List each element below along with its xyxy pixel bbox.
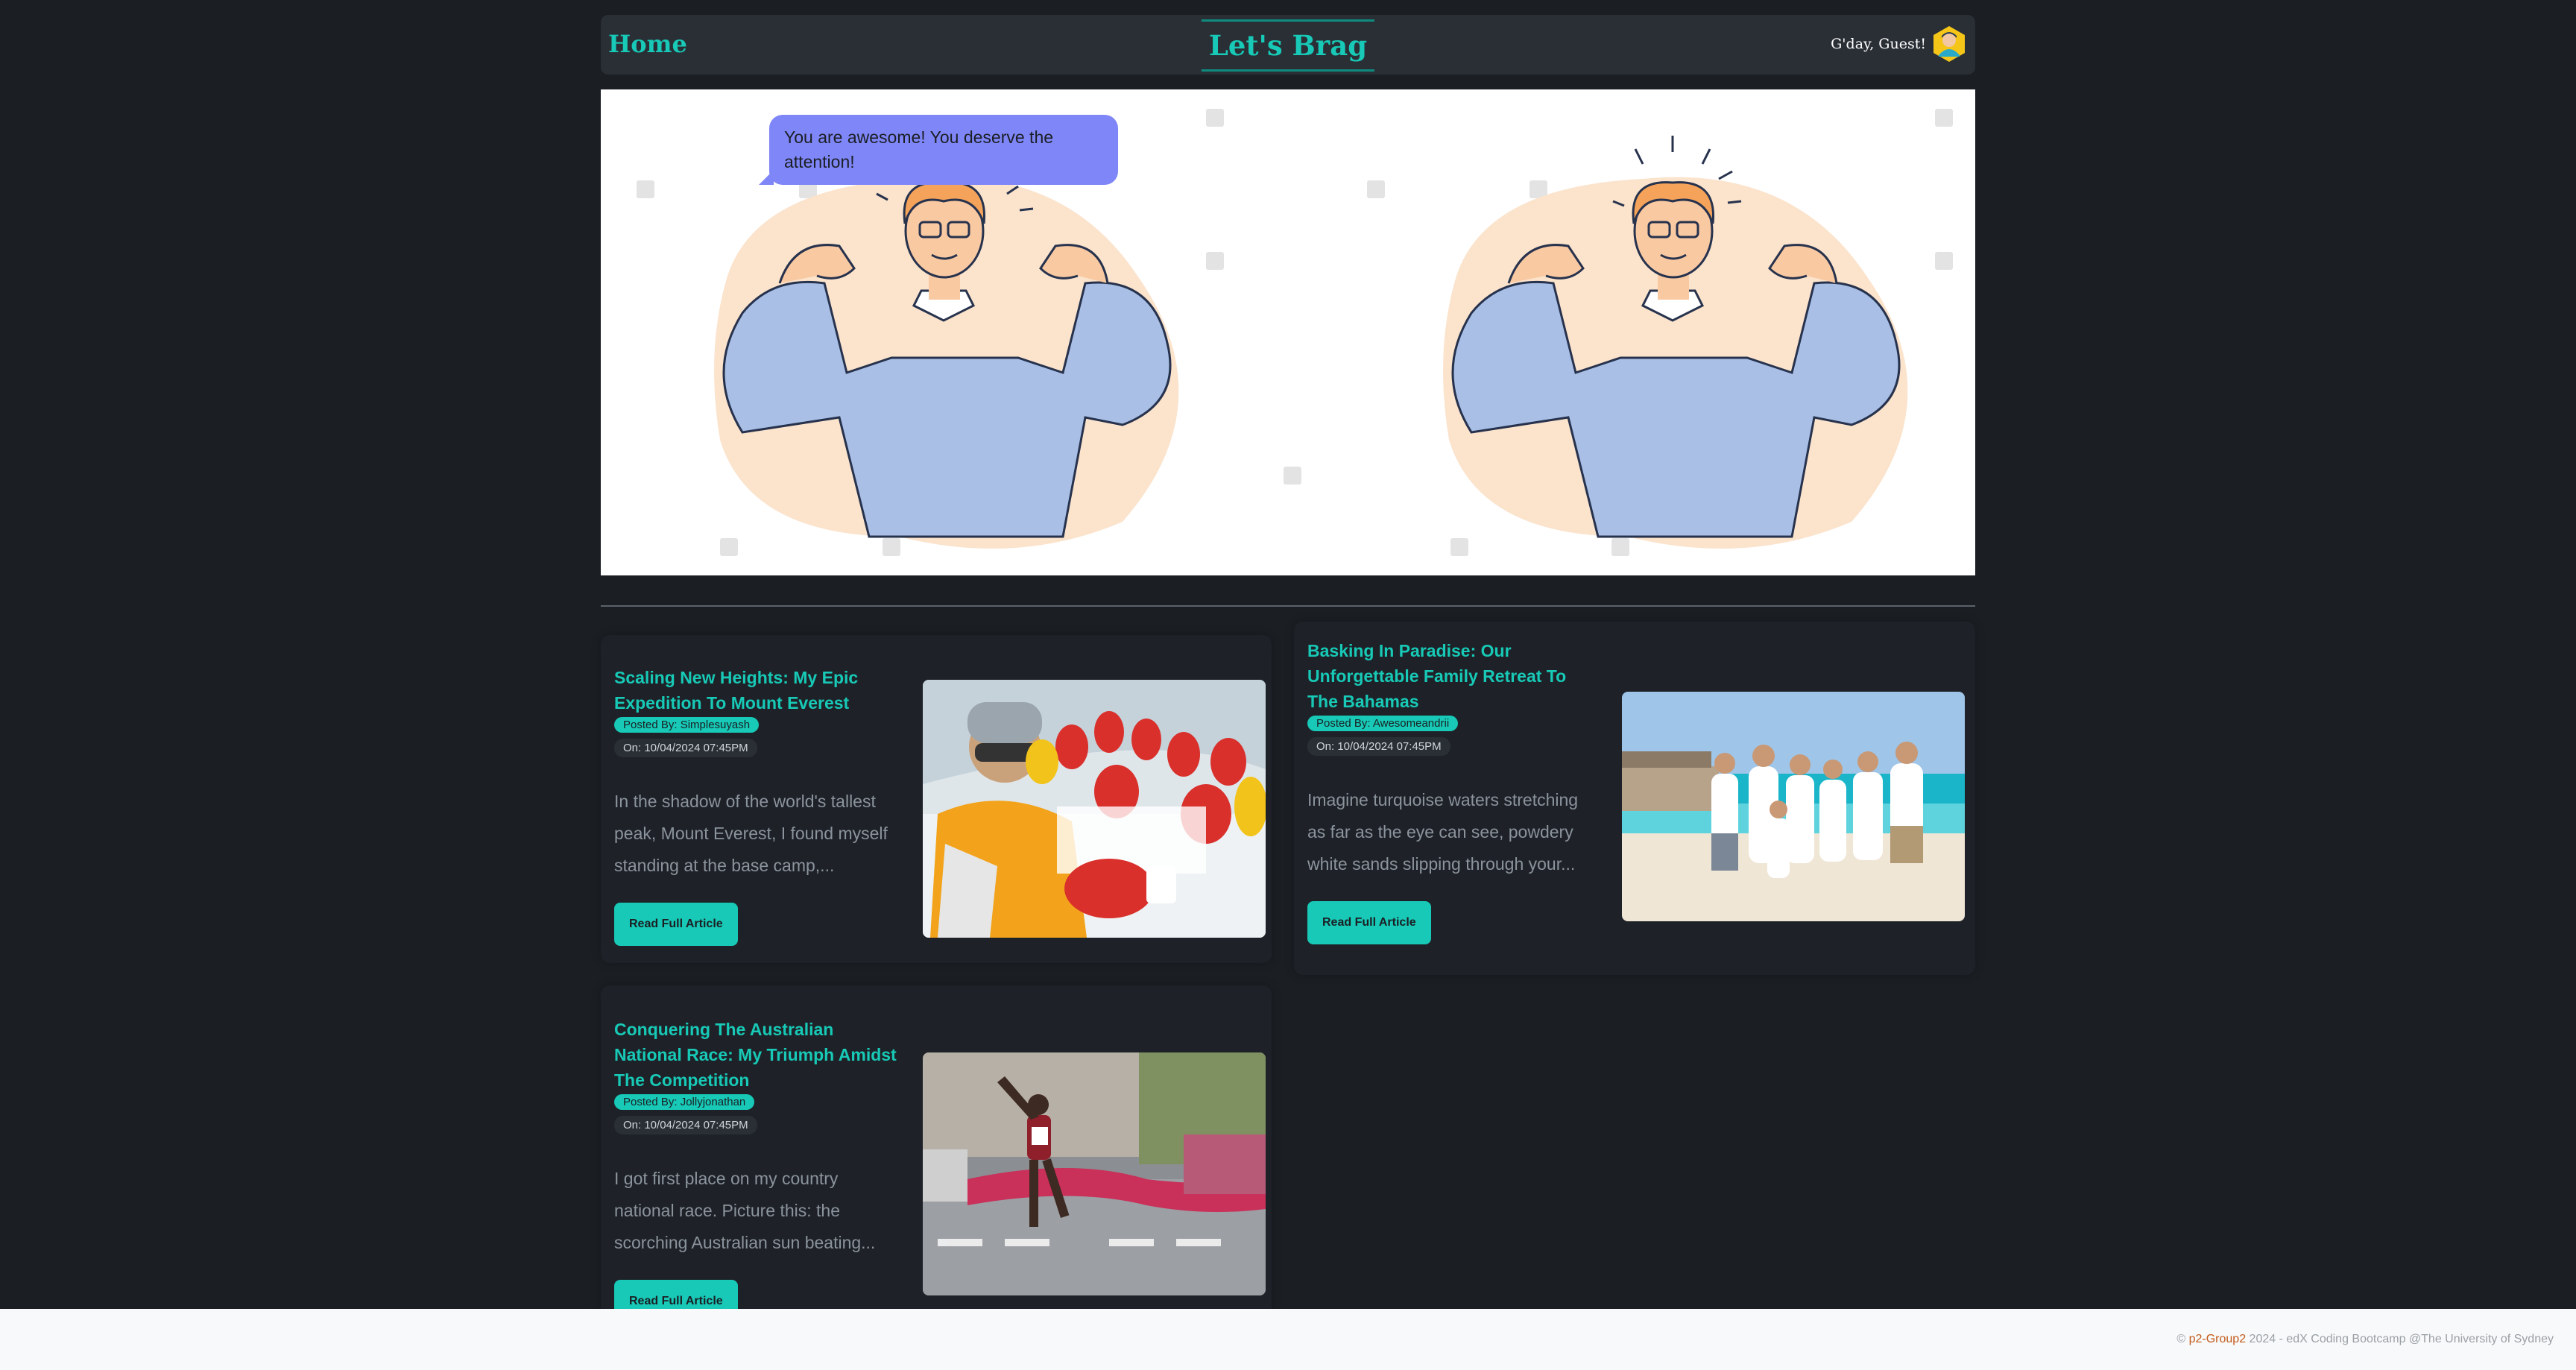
- post-excerpt: In the shadow of the world's tallest pea…: [614, 792, 888, 875]
- read-full-article-button[interactable]: Read Full Article: [614, 903, 738, 946]
- post-author-badge: Posted By: Jollyjonathan: [614, 1094, 755, 1110]
- page-container: Home Let's Brag G'day, Guest! You are aw…: [601, 15, 1975, 1323]
- greeting-text: G'day, Guest!: [1831, 36, 1926, 52]
- copyright-symbol: ©: [2176, 1333, 2186, 1345]
- post-image-bahamas: [1622, 692, 1965, 921]
- post-text: Scaling New Heights: My Epic Expedition …: [614, 665, 897, 946]
- post-card: Conquering The Australian National Race:…: [601, 985, 1272, 1323]
- page-footer: © p2-Group2 2024 - edX Coding Bootcamp @…: [0, 1309, 2576, 1370]
- top-navbar: Home Let's Brag G'day, Guest!: [601, 15, 1975, 75]
- post-title[interactable]: Basking In Paradise: Our Unforgettable F…: [1307, 638, 1591, 714]
- speech-bubble: You are awesome! You deserve the attenti…: [759, 115, 1118, 185]
- section-divider: [601, 605, 1975, 607]
- brand-title[interactable]: Let's Brag: [1201, 19, 1375, 72]
- footer-text: 2024 - edX Coding Bootcamp @The Universi…: [2249, 1333, 2554, 1345]
- post-card: Scaling New Heights: My Epic Expedition …: [601, 635, 1272, 963]
- post-image-everest: [923, 680, 1266, 938]
- nav-home-link[interactable]: Home: [608, 30, 687, 58]
- footer-group-link[interactable]: p2-Group2: [2189, 1333, 2247, 1345]
- post-author-badge: Posted By: Simplesuyash: [614, 717, 760, 733]
- footer-credits: © p2-Group2 2024 - edX Coding Bootcamp @…: [2176, 1333, 2554, 1346]
- post-text: Conquering The Australian National Race:…: [614, 1017, 897, 1323]
- user-greeting: G'day, Guest!: [1831, 25, 1966, 63]
- post-title[interactable]: Conquering The Australian National Race:…: [614, 1017, 897, 1093]
- post-date-badge: On: 10/04/2024 07:45PM: [1307, 737, 1450, 756]
- post-date-badge: On: 10/04/2024 07:45PM: [614, 739, 757, 757]
- post-text: Basking In Paradise: Our Unforgettable F…: [1307, 638, 1591, 944]
- post-excerpt: Imagine turquoise waters stretching as f…: [1307, 790, 1579, 874]
- post-author-badge: Posted By: Awesomeandrii: [1307, 716, 1459, 731]
- post-title[interactable]: Scaling New Heights: My Epic Expedition …: [614, 665, 897, 716]
- post-date-badge: On: 10/04/2024 07:45PM: [614, 1116, 757, 1134]
- post-excerpt: I got first place on my country national…: [614, 1169, 876, 1252]
- posts-grid: Scaling New Heights: My Epic Expedition …: [601, 622, 1975, 1323]
- post-image-race: [923, 1052, 1266, 1295]
- post-card: Basking In Paradise: Our Unforgettable F…: [1294, 622, 1975, 975]
- hero-banner: You are awesome! You deserve the attenti…: [601, 89, 1975, 575]
- read-full-article-button[interactable]: Read Full Article: [1307, 901, 1431, 944]
- user-avatar-icon[interactable]: [1932, 25, 1966, 63]
